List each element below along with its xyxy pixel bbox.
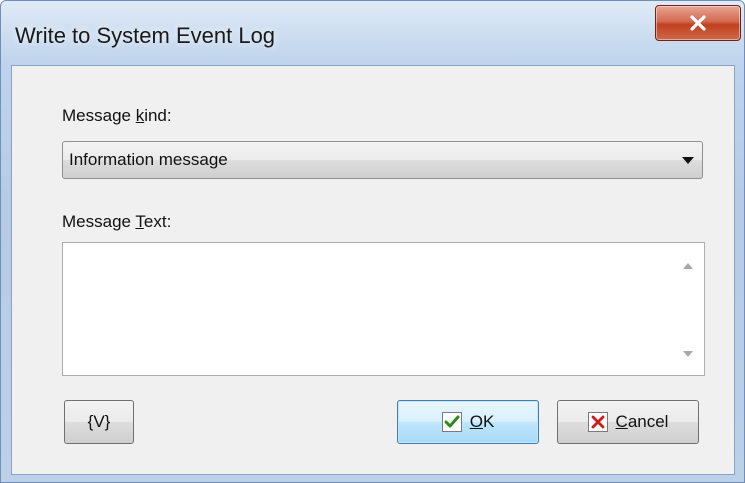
window-title: Write to System Event Log <box>15 23 276 48</box>
chevron-down-icon <box>682 157 694 164</box>
dialog-client-area: Message kind: Information message Messag… <box>11 65 735 475</box>
cancel-button-label: Cancel <box>615 412 669 431</box>
cancel-x-icon <box>587 412 608 432</box>
variables-button[interactable]: {V} <box>64 400 134 444</box>
scroll-down-icon[interactable] <box>683 351 693 357</box>
checkmark-icon <box>441 412 462 432</box>
close-button[interactable] <box>655 5 741 41</box>
message-kind-label: Message kind: <box>62 106 172 125</box>
message-text-input[interactable] <box>62 242 705 376</box>
title-bar[interactable]: Write to System Event Log <box>1 1 744 65</box>
message-kind-select[interactable]: Information message <box>62 141 703 179</box>
message-kind-value: Information message <box>69 150 228 169</box>
ok-button-label: OK <box>469 412 495 431</box>
dialog-window: Write to System Event Log Message kind: … <box>0 0 745 483</box>
variables-button-label: {V} <box>87 412 111 431</box>
scroll-up-icon[interactable] <box>683 263 693 269</box>
cancel-button[interactable]: Cancel <box>557 400 699 444</box>
close-icon <box>690 15 706 31</box>
message-text-label: Message Text: <box>62 212 172 231</box>
ok-button[interactable]: OK <box>397 400 539 444</box>
vertical-scrollbar[interactable] <box>672 243 704 375</box>
